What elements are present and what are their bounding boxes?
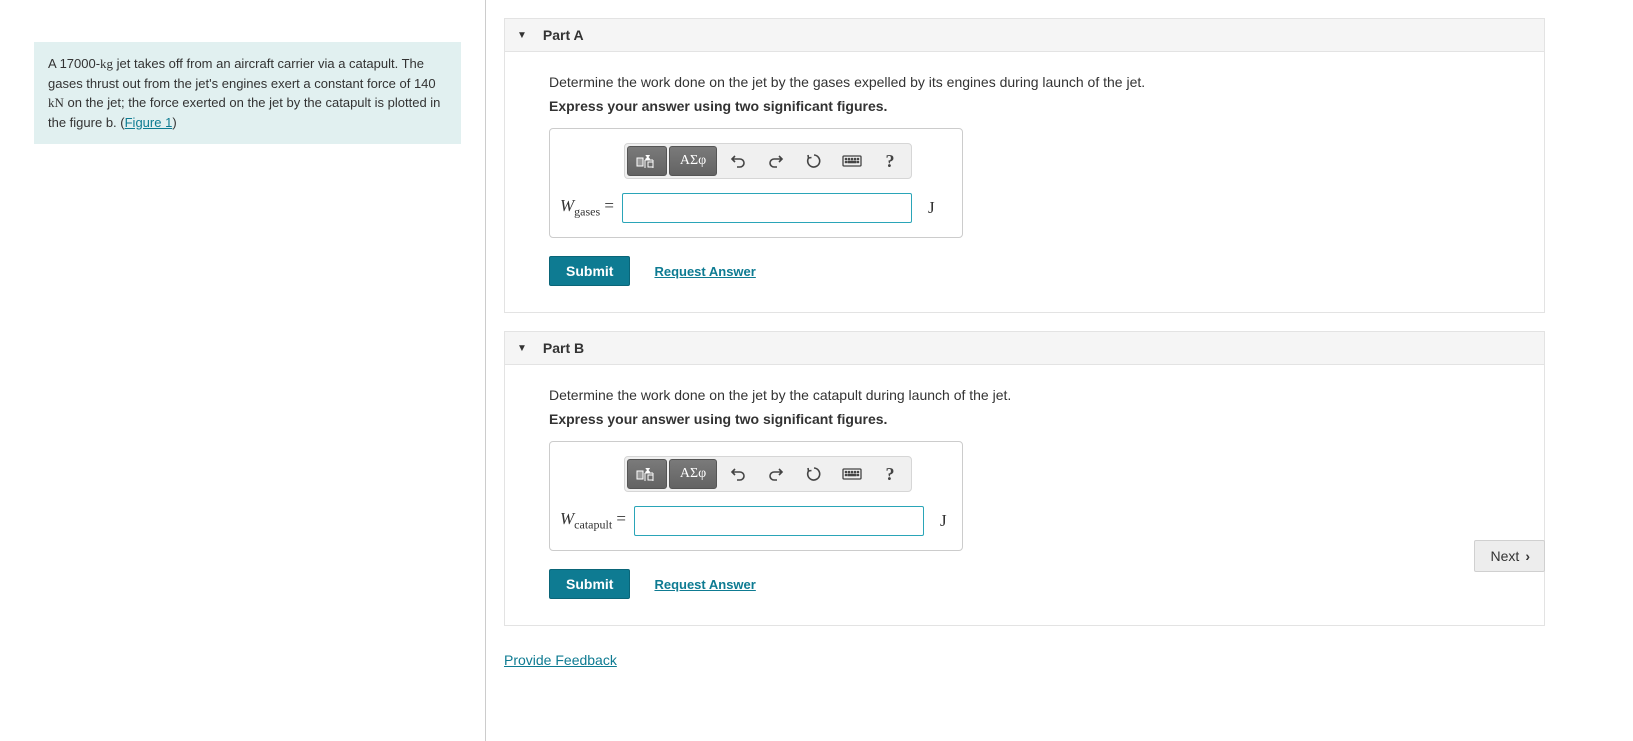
problem-sidebar: A 17000-kg jet takes off from an aircraf… [0, 0, 486, 741]
keyboard-icon[interactable] [833, 460, 871, 488]
answer-box-b: x ΑΣφ [549, 441, 963, 551]
problem-statement: A 17000-kg jet takes off from an aircraf… [34, 42, 461, 144]
next-label: Next [1491, 548, 1520, 564]
part-a-instructions: Express your answer using two significan… [549, 98, 1510, 114]
request-answer-link-b[interactable]: Request Answer [654, 577, 755, 592]
submit-button-a[interactable]: Submit [549, 256, 630, 286]
part-a-prompt: Determine the work done on the jet by th… [549, 74, 1510, 90]
collapse-icon: ▼ [517, 343, 527, 354]
equation-toolbar: x ΑΣφ [624, 456, 912, 492]
answer-input-a[interactable] [622, 193, 912, 223]
variable-label-a: Wgases = [560, 196, 622, 219]
greek-symbols-button[interactable]: ΑΣφ [669, 459, 717, 489]
part-b-prompt: Determine the work done on the jet by th… [549, 387, 1510, 403]
part-a-header[interactable]: ▼ Part A [505, 19, 1544, 52]
part-b: ▼ Part B Determine the work done on the … [504, 331, 1545, 626]
part-a: ▼ Part A Determine the work done on the … [504, 18, 1545, 313]
provide-feedback-link[interactable]: Provide Feedback [504, 652, 617, 668]
next-button[interactable]: Next › [1474, 540, 1545, 572]
part-b-instructions: Express your answer using two significan… [549, 411, 1510, 427]
unit-kN: kN [48, 95, 64, 110]
greek-symbols-button[interactable]: ΑΣφ [669, 146, 717, 176]
keyboard-icon[interactable] [833, 147, 871, 175]
answer-input-b[interactable] [634, 506, 924, 536]
unit-label-a: J [912, 198, 935, 218]
unit-kg: kg [100, 56, 113, 71]
help-icon[interactable]: ? [871, 460, 909, 488]
problem-text: ) [172, 115, 176, 130]
redo-icon[interactable] [757, 460, 795, 488]
answer-box-a: x ΑΣφ [549, 128, 963, 238]
submit-button-b[interactable]: Submit [549, 569, 630, 599]
undo-icon[interactable] [719, 460, 757, 488]
variable-label-b: Wcatapult = [560, 509, 634, 532]
problem-text: A 17000- [48, 56, 100, 71]
collapse-icon: ▼ [517, 30, 527, 41]
equation-toolbar: x ΑΣφ [624, 143, 912, 179]
chevron-right-icon: › [1525, 548, 1530, 564]
reset-icon[interactable] [795, 460, 833, 488]
part-b-title: Part B [543, 340, 584, 356]
templates-icon[interactable]: x [627, 146, 667, 176]
help-icon[interactable]: ? [871, 147, 909, 175]
reset-icon[interactable] [795, 147, 833, 175]
redo-icon[interactable] [757, 147, 795, 175]
part-b-header[interactable]: ▼ Part B [505, 332, 1544, 365]
figure-link[interactable]: Figure 1 [125, 115, 173, 130]
request-answer-link-a[interactable]: Request Answer [654, 264, 755, 279]
part-a-title: Part A [543, 27, 584, 43]
problem-text: on the jet; the force exerted on the jet… [48, 95, 440, 130]
undo-icon[interactable] [719, 147, 757, 175]
templates-icon[interactable]: x [627, 459, 667, 489]
unit-label-b: J [924, 511, 947, 531]
